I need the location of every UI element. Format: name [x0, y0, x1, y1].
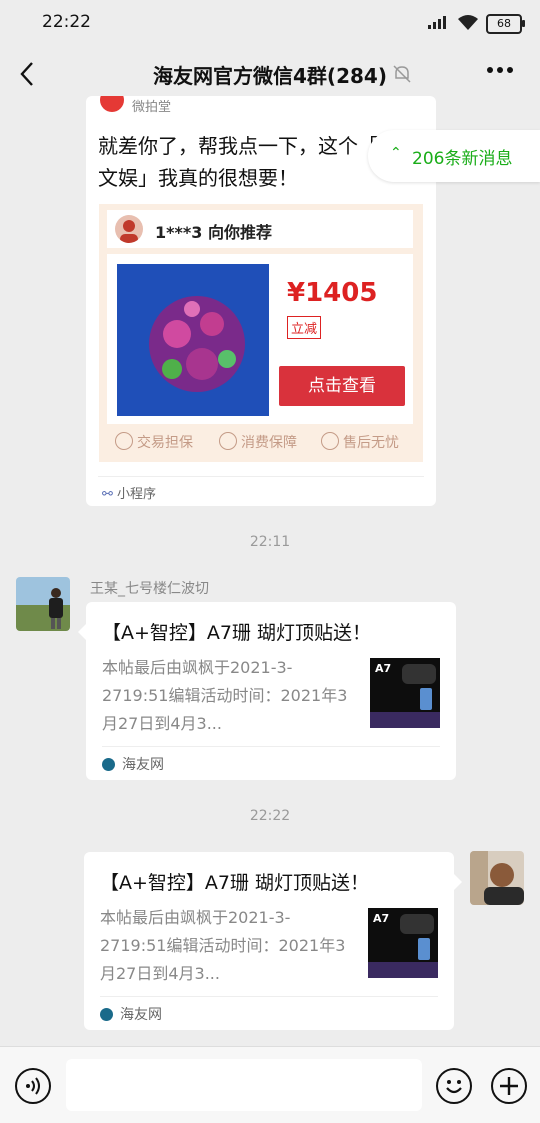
- double-up-arrow-icon: ⌃: [390, 145, 402, 161]
- plus-icon[interactable]: [491, 1068, 527, 1104]
- weipaitang-logo-icon: [100, 96, 124, 112]
- guarantee-trade: 交易担保: [115, 432, 193, 452]
- recommender-avatar: [115, 215, 143, 243]
- link-thumbnail: A7: [368, 908, 438, 978]
- coral-product-image: [117, 264, 269, 416]
- sender-name: 王某_七号楼仁波切: [90, 581, 209, 597]
- mini-program-label: ⚯ 小程序: [102, 487, 157, 502]
- link-description: 本帖最后由飒枫于2021-3-2719:51编辑活动时间：2021年3月27日到…: [100, 908, 346, 983]
- product-price: ¥1405: [287, 278, 378, 308]
- wifi-icon: [458, 15, 478, 30]
- self-avatar[interactable]: [470, 851, 524, 905]
- message-input[interactable]: [66, 1059, 422, 1111]
- product-panel: ¥1405 立减 点击查看: [107, 254, 413, 424]
- svg-text:A7: A7: [375, 662, 391, 675]
- link-card[interactable]: 【A+智控】A7珊 瑚灯顶贴送！ 本帖最后由飒枫于2021-3-2719:51编…: [78, 602, 456, 780]
- link-source: 海友网: [120, 1007, 162, 1023]
- battery-icon: 68: [486, 14, 525, 34]
- link-source: 海友网: [122, 757, 164, 773]
- voice-input-icon[interactable]: [15, 1068, 51, 1104]
- timestamp: 22:11: [249, 534, 291, 550]
- status-bar: 22:22 68: [0, 0, 540, 44]
- link-title: 【A+智控】A7珊 瑚灯顶贴送！: [100, 872, 370, 894]
- link-thumbnail: A7: [370, 658, 440, 728]
- recommender-text: 1***3 向你推荐: [155, 223, 272, 242]
- link-title: 【A+智控】A7珊 瑚灯顶贴送！: [102, 622, 372, 644]
- share-preview: 1***3 向你推荐 ¥1405 立减 点击查看 交易担保 消费保障 售后无忧: [99, 204, 423, 462]
- emoji-icon[interactable]: [436, 1068, 472, 1104]
- input-bar: [0, 1046, 540, 1123]
- new-messages-pill[interactable]: ⌃ 206条新消息: [368, 130, 540, 182]
- timestamp: 22:22: [249, 808, 291, 824]
- shield-icon: [219, 432, 237, 450]
- more-icon[interactable]: [486, 66, 514, 74]
- card-divider: [102, 746, 440, 747]
- haiyou-logo-icon: [102, 758, 115, 771]
- thumb-icon: [321, 432, 339, 450]
- shield-icon: [115, 432, 133, 450]
- new-messages-label: 206条新消息: [412, 149, 513, 169]
- link-description: 本帖最后由飒枫于2021-3-2719:51编辑活动时间：2021年3月27日到…: [102, 658, 348, 733]
- card-divider: [98, 476, 424, 477]
- chat-title: 海友网官方微信4群(284): [153, 64, 387, 88]
- guarantee-aftersale: 售后无忧: [321, 432, 399, 452]
- haiyou-logo-icon: [100, 1008, 113, 1021]
- view-button[interactable]: 点击查看: [279, 366, 405, 406]
- recommender-row: 1***3 向你推荐: [107, 210, 413, 248]
- guarantee-consumer: 消费保障: [219, 432, 297, 452]
- signal-icon: [428, 16, 446, 29]
- mute-bell-icon: [393, 65, 411, 83]
- mini-program-source: 微拍堂: [132, 100, 172, 115]
- sender-avatar[interactable]: [16, 577, 70, 631]
- card-divider: [100, 996, 438, 997]
- link-card[interactable]: 【A+智控】A7珊 瑚灯顶贴送！ 本帖最后由飒枫于2021-3-2719:51编…: [84, 852, 462, 1030]
- mini-program-icon: ⚯: [102, 487, 113, 502]
- status-time: 22:22: [42, 12, 91, 32]
- svg-text:A7: A7: [373, 912, 389, 925]
- discount-tag: 立减: [287, 316, 322, 339]
